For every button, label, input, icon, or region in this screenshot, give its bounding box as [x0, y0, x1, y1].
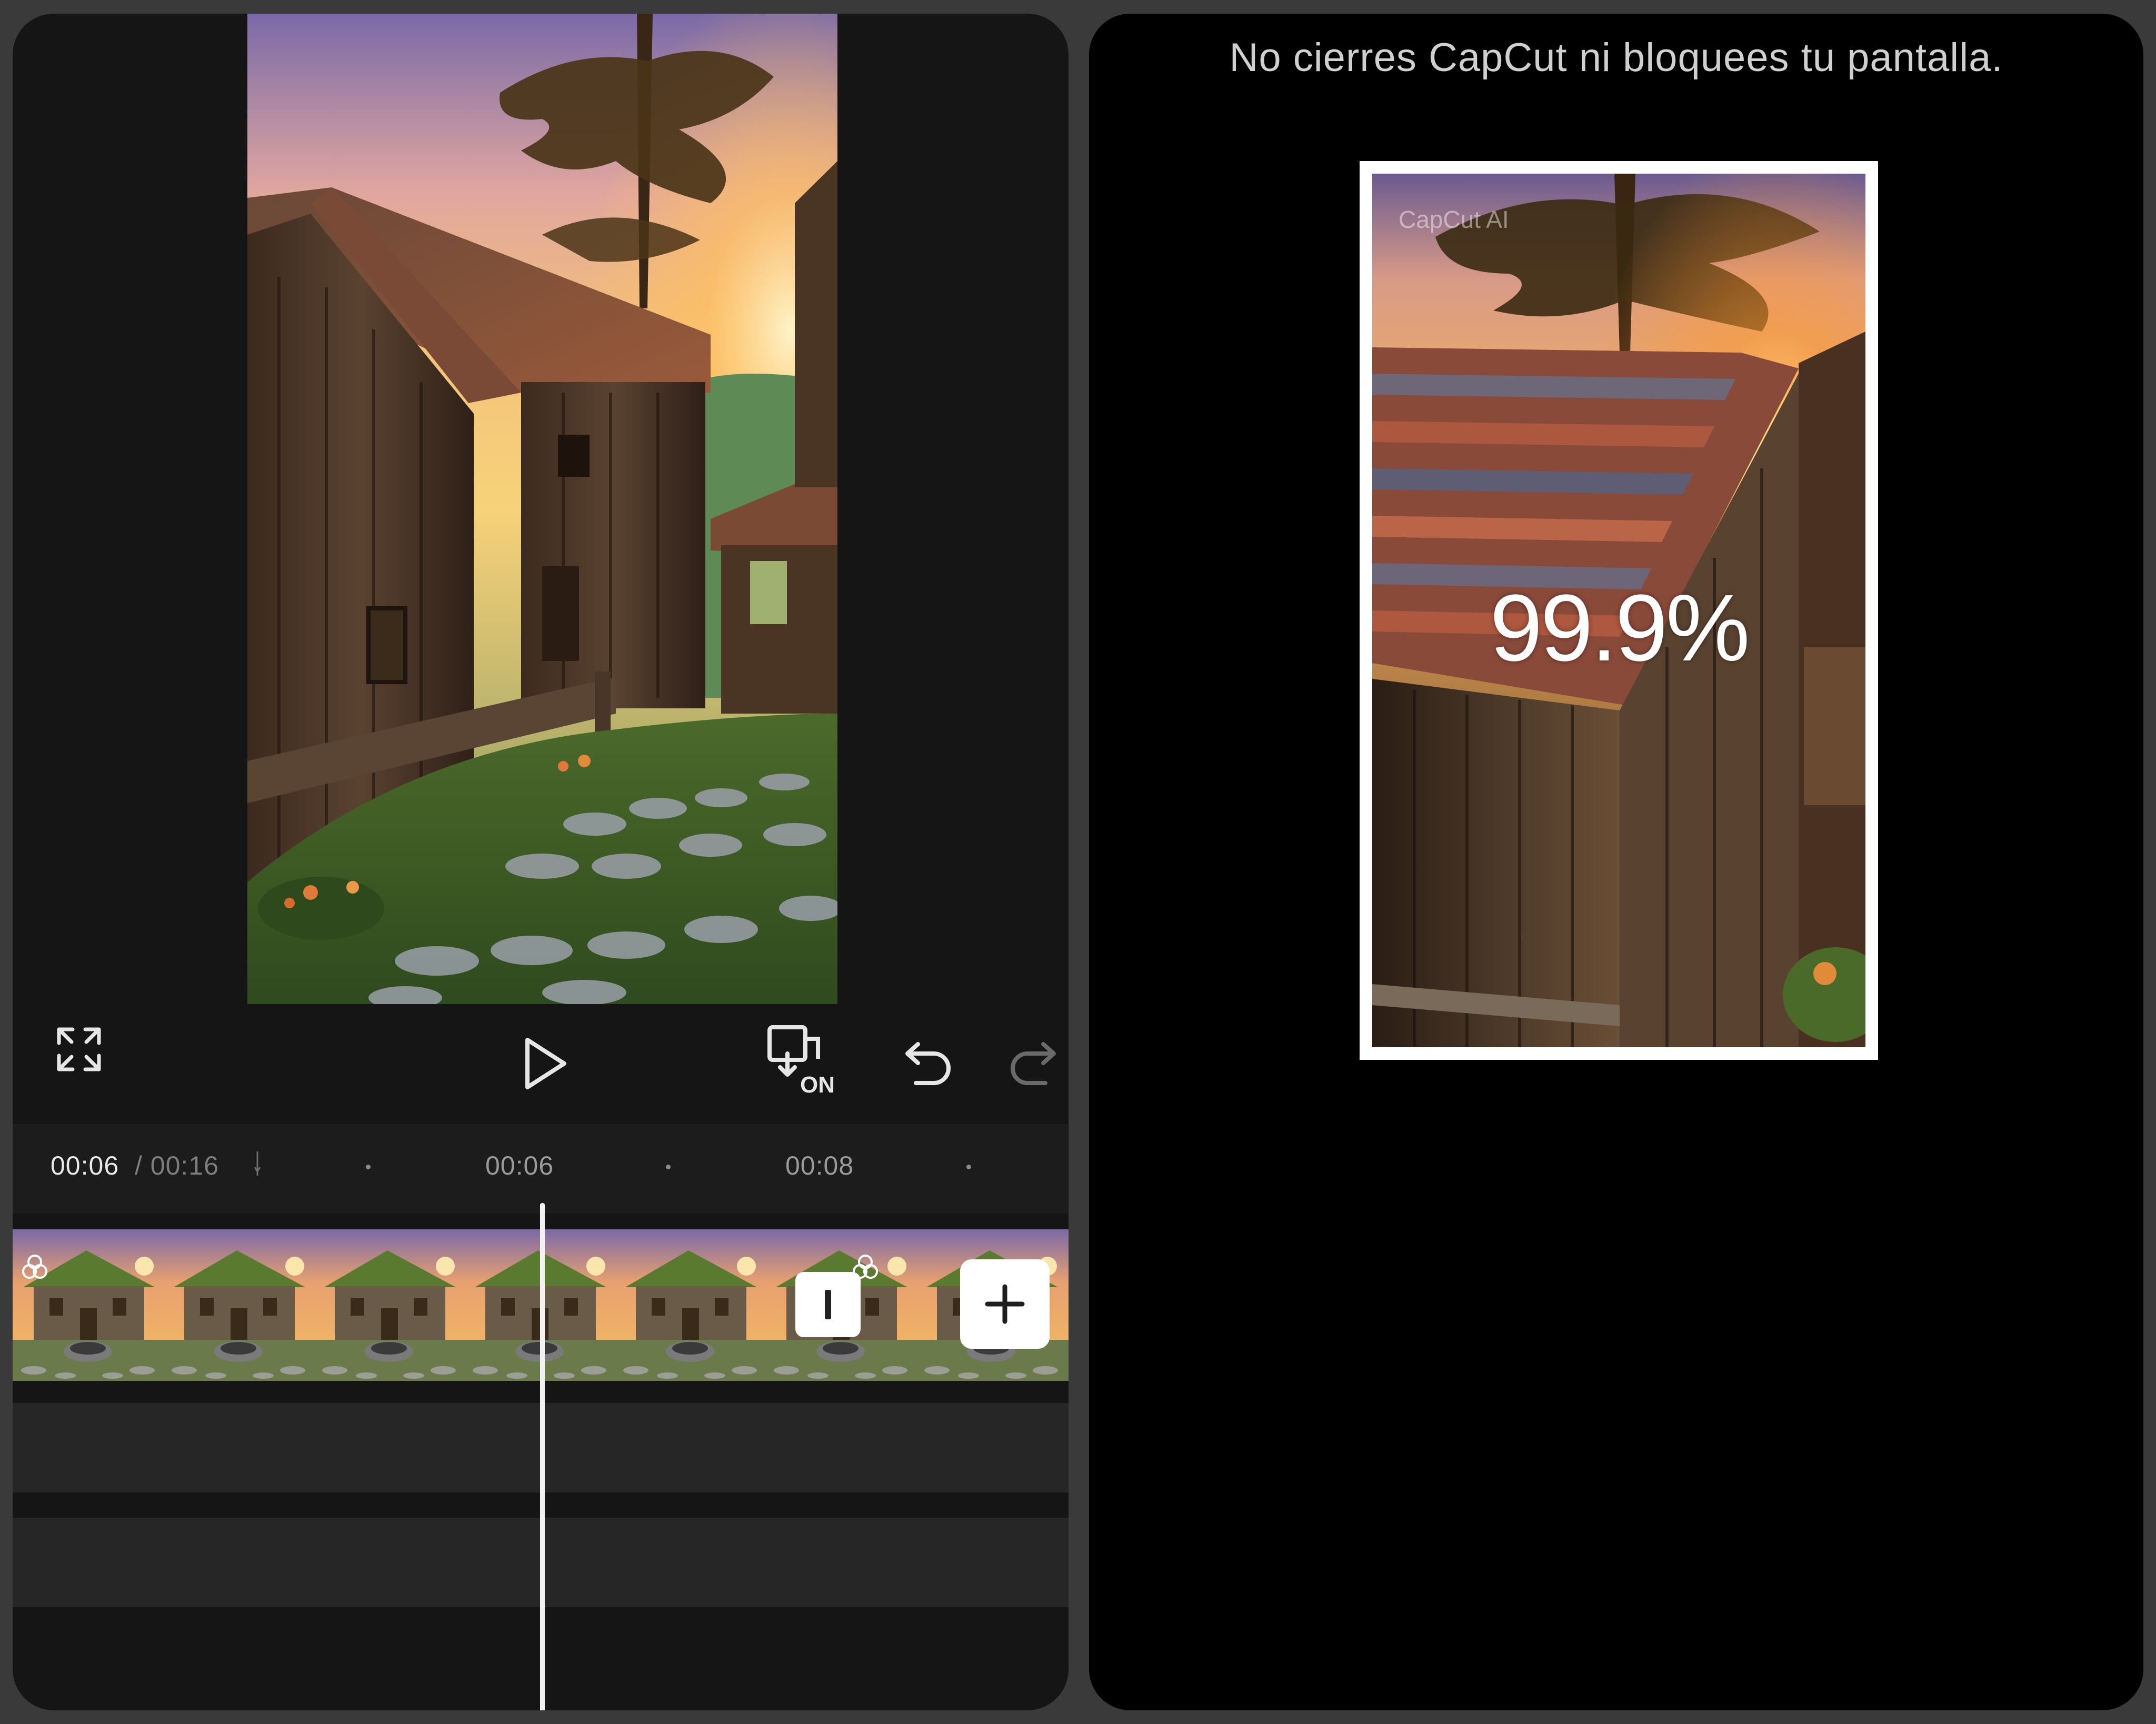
playhead[interactable] — [540, 1203, 545, 1710]
plus-icon — [985, 1284, 1025, 1324]
clip-thumbnail — [464, 1229, 615, 1381]
transition-button[interactable] — [795, 1272, 861, 1337]
play-button[interactable] — [518, 1035, 571, 1092]
export-preview-frame: CapCut AI 99.9% — [1360, 161, 1878, 1060]
clip-thumbnail — [1066, 1229, 1069, 1381]
clip-thumbnail — [615, 1229, 765, 1381]
editor-panel: ON 00:06 / 00:16 00:06 00:08 — [13, 14, 1069, 1710]
keyframe-on-icon: ON — [767, 1025, 835, 1096]
redo-icon — [1011, 1042, 1056, 1085]
export-panel: No cierres CapCut ni bloquees tu pantall… — [1089, 14, 2143, 1710]
undo-button[interactable] — [902, 1034, 955, 1086]
play-icon — [525, 1038, 566, 1089]
ruler-tick-label: 00:06 — [485, 1151, 554, 1180]
timeline-ruler[interactable]: 00:06 / 00:16 00:06 00:08 — [13, 1124, 1069, 1214]
ruler-dot — [666, 1165, 671, 1169]
keyframe-on-label: ON — [800, 1072, 835, 1096]
keyframe-toggle-button[interactable]: ON — [765, 1022, 844, 1096]
add-clip-button[interactable] — [960, 1259, 1050, 1349]
ruler-dot — [366, 1165, 371, 1169]
clip-thumbnail — [163, 1229, 314, 1381]
fullscreen-icon[interactable] — [53, 1023, 105, 1076]
clip-effect-badge-icon — [20, 1252, 49, 1282]
transition-icon — [825, 1290, 831, 1319]
current-time: 00:06 — [51, 1151, 119, 1180]
undo-icon — [905, 1042, 951, 1085]
total-time: / 00:16 — [135, 1151, 219, 1180]
export-watermark: CapCut AI — [1399, 206, 1509, 233]
export-warning-message: No cierres CapCut ni bloquees tu pantall… — [1229, 35, 2003, 80]
ruler-dot — [966, 1165, 971, 1169]
split-marker-icon — [254, 1151, 261, 1176]
ruler-tick-label: 00:08 — [785, 1151, 854, 1180]
video-preview[interactable] — [247, 14, 837, 1004]
redo-button[interactable] — [1006, 1034, 1059, 1086]
clip-thumbnail — [314, 1229, 464, 1381]
export-progress-percent: 99.9% — [1490, 575, 1750, 681]
